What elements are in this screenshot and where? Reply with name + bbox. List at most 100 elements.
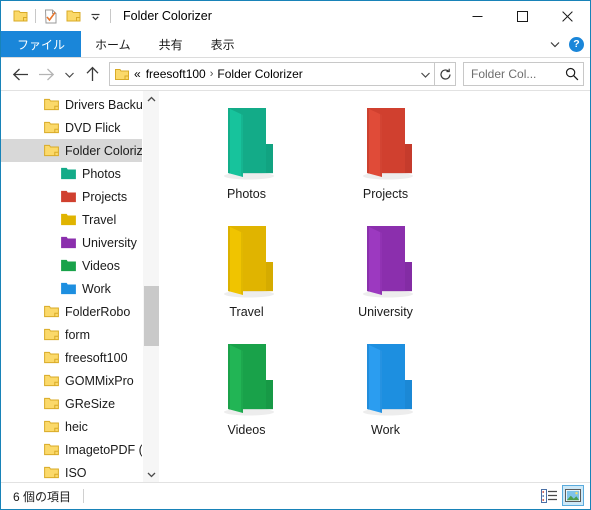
folder-icon xyxy=(44,374,59,387)
sidebar-item-label: heic xyxy=(65,419,88,434)
file-list-area[interactable]: Photos Projects Travel University Videos Work xyxy=(159,91,590,482)
folder-icon xyxy=(61,213,76,226)
folder-icon xyxy=(44,144,59,157)
sidebar-item-gresize[interactable]: GReSize xyxy=(1,392,146,415)
new-folder-icon[interactable] xyxy=(62,5,84,27)
sidebar-item-label: ISO xyxy=(65,465,87,480)
item-count-label: 6 個の項目 xyxy=(13,489,72,504)
sidebar-item-videos[interactable]: Videos xyxy=(1,254,146,277)
nav-scrollbar-thumb[interactable] xyxy=(144,286,159,346)
sidebar-item-label: DVD Flick xyxy=(65,120,121,135)
sidebar-item-work[interactable]: Work xyxy=(1,277,146,300)
tab-home[interactable]: ホーム xyxy=(81,31,145,57)
sidebar-item-label: freesoft100 xyxy=(65,350,128,365)
folder-icon xyxy=(216,103,278,185)
sidebar-item-label: Photos xyxy=(82,166,121,181)
sidebar-item-photos[interactable]: Photos xyxy=(1,162,146,185)
tab-share[interactable]: 共有 xyxy=(145,31,197,57)
up-button[interactable] xyxy=(79,61,105,87)
folder-item[interactable]: Videos xyxy=(177,339,316,457)
quick-access-toolbar xyxy=(1,5,115,27)
sidebar-item-label: ImagetoPDF ( xyxy=(65,442,143,457)
folder-icon xyxy=(44,420,59,433)
ribbon-controls: ? xyxy=(549,31,584,57)
sidebar-item-label: University xyxy=(82,235,137,250)
minimize-button[interactable] xyxy=(455,1,500,31)
folder-icon xyxy=(44,98,59,111)
sidebar-item-label: Folder Coloriz xyxy=(65,143,143,158)
search-icon[interactable] xyxy=(565,67,579,81)
search-placeholder: Folder Col... xyxy=(471,67,537,81)
nav-scrollbar[interactable] xyxy=(142,91,159,482)
status-divider xyxy=(83,489,85,503)
chevron-up-icon[interactable] xyxy=(143,91,159,107)
folder-icon xyxy=(355,103,417,185)
sidebar-item-label: form xyxy=(65,327,90,342)
view-buttons xyxy=(538,485,584,506)
folder-icon xyxy=(44,443,59,456)
folder-icon xyxy=(216,339,278,421)
window-title: Folder Colorizer xyxy=(123,9,212,23)
tab-file[interactable]: ファイル xyxy=(1,31,82,57)
chevron-down-icon[interactable] xyxy=(143,466,159,482)
sidebar-item-folder-coloriz[interactable]: Folder Coloriz xyxy=(1,139,146,162)
folder-icon xyxy=(61,236,76,249)
breadcrumb-item-0[interactable]: freesoft100 xyxy=(146,67,206,81)
folder-tree: Drivers Backu DVD Flick Folder Coloriz Phot… xyxy=(1,91,146,482)
sidebar-item-travel[interactable]: Travel xyxy=(1,208,146,231)
sidebar-item-dvd-flick[interactable]: DVD Flick xyxy=(1,116,146,139)
folder-item[interactable]: University xyxy=(316,221,455,339)
breadcrumb-folder-icon xyxy=(115,68,129,81)
sidebar-item-drivers-backu[interactable]: Drivers Backu xyxy=(1,93,146,116)
sidebar-item-form[interactable]: form xyxy=(1,323,146,346)
refresh-icon[interactable] xyxy=(435,62,456,86)
folder-item[interactable]: Projects xyxy=(316,103,455,221)
folder-item[interactable]: Travel xyxy=(177,221,316,339)
sidebar-item-freesoft100[interactable]: freesoft100 xyxy=(1,346,146,369)
sidebar-item-label: Drivers Backu xyxy=(65,97,143,112)
search-input[interactable]: Folder Col... xyxy=(463,62,584,86)
folder-icon[interactable] xyxy=(9,5,31,27)
sidebar-item-label: Projects xyxy=(82,189,128,204)
breadcrumb-item-1[interactable]: Folder Colorizer xyxy=(217,67,302,81)
folder-icon xyxy=(44,121,59,134)
address-bar: « freesoft100 › Folder Colorizer Folder … xyxy=(1,58,590,90)
large-icons-view-button[interactable] xyxy=(562,485,584,506)
tab-view[interactable]: 表示 xyxy=(197,31,249,57)
breadcrumb[interactable]: « freesoft100 › Folder Colorizer xyxy=(109,62,435,86)
close-button[interactable] xyxy=(545,1,590,31)
sidebar-item-iso[interactable]: ISO xyxy=(1,461,146,482)
back-button[interactable] xyxy=(7,61,33,87)
sidebar-item-imagetopdf[interactable]: ImagetoPDF ( xyxy=(1,438,146,461)
sidebar-item-heic[interactable]: heic xyxy=(1,415,146,438)
sidebar-item-university[interactable]: University xyxy=(1,231,146,254)
folder-label: University xyxy=(358,305,413,319)
folder-item[interactable]: Work xyxy=(316,339,455,457)
sidebar-item-label: GReSize xyxy=(65,396,116,411)
help-icon[interactable]: ? xyxy=(569,36,584,52)
folder-icon xyxy=(61,259,76,272)
folder-label: Videos xyxy=(227,423,266,437)
breadcrumb-overflow[interactable]: « xyxy=(134,67,141,81)
customize-dropdown-icon[interactable] xyxy=(84,5,106,27)
sidebar-item-gommixpro[interactable]: GOMMixPro xyxy=(1,369,146,392)
recent-locations-button[interactable] xyxy=(59,61,79,87)
ribbon-tab-bar: ファイル ホーム 共有 表示 ? xyxy=(1,31,590,58)
folder-icon xyxy=(44,397,59,410)
folder-icon xyxy=(355,221,417,303)
folder-icon xyxy=(61,282,76,295)
chevron-down-icon[interactable] xyxy=(549,38,561,50)
chevron-down-icon[interactable] xyxy=(416,69,434,80)
sidebar-item-projects[interactable]: Projects xyxy=(1,185,146,208)
explorer-window: Folder Colorizer ファイル ホーム 共有 表示 ? « free… xyxy=(0,0,591,510)
breadcrumb-separator-0[interactable]: › xyxy=(206,68,218,80)
maximize-button[interactable] xyxy=(500,1,545,31)
folder-icon xyxy=(216,221,278,303)
forward-button[interactable] xyxy=(33,61,59,87)
folder-item[interactable]: Photos xyxy=(177,103,316,221)
sidebar-item-label: GOMMixPro xyxy=(65,373,134,388)
sidebar-item-folderrobo[interactable]: FolderRobo xyxy=(1,300,146,323)
properties-icon[interactable] xyxy=(40,5,62,27)
folder-label: Work xyxy=(371,423,400,437)
details-view-button[interactable] xyxy=(538,485,560,506)
